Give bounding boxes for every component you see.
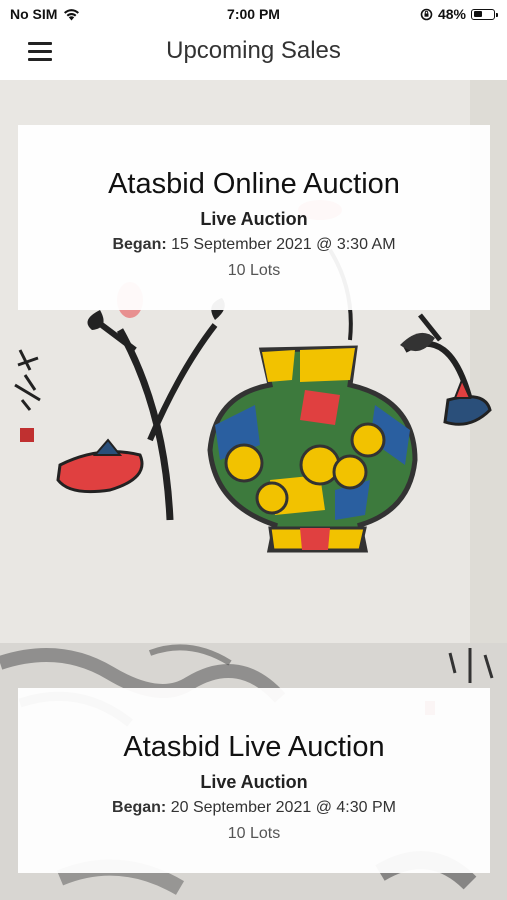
status-right: 48% (420, 6, 498, 22)
sale-began: Began: 15 September 2021 @ 3:30 AM (18, 236, 490, 254)
sale-began: Began: 20 September 2021 @ 4:30 PM (18, 799, 490, 817)
began-value: 20 September 2021 @ 4:30 PM (170, 799, 396, 816)
battery-fill (473, 11, 483, 17)
sale-lots: 10 Lots (227, 825, 281, 842)
battery-icon (471, 8, 498, 20)
sale-title[interactable]: Atasbid Live Auction (18, 731, 490, 764)
began-value: 15 September 2021 @ 3:30 AM (171, 236, 396, 253)
sale-type: Live Auction (200, 772, 308, 792)
status-bar: No SIM 7:00 PM 48% (0, 0, 507, 28)
page-title: Upcoming Sales (166, 37, 341, 64)
began-label: Began: (112, 236, 167, 253)
orientation-lock-icon (420, 8, 433, 20)
sale-type: Live Auction (200, 209, 308, 229)
sale-item[interactable]: Atasbid Online Auction Live Auction Bega… (0, 80, 507, 643)
sale-title[interactable]: Atasbid Online Auction (18, 168, 490, 201)
battery-percent: 48% (437, 6, 466, 22)
began-label: Began: (112, 799, 167, 816)
sale-item[interactable]: Atasbid Live Auction Live Auction Began:… (0, 643, 507, 900)
sale-card[interactable]: Atasbid Online Auction Live Auction Bega… (18, 125, 490, 310)
sale-card[interactable]: Atasbid Live Auction Live Auction Began:… (18, 688, 490, 873)
sale-lots: 10 Lots (227, 262, 281, 279)
nav-bar: Upcoming Sales (0, 28, 507, 78)
